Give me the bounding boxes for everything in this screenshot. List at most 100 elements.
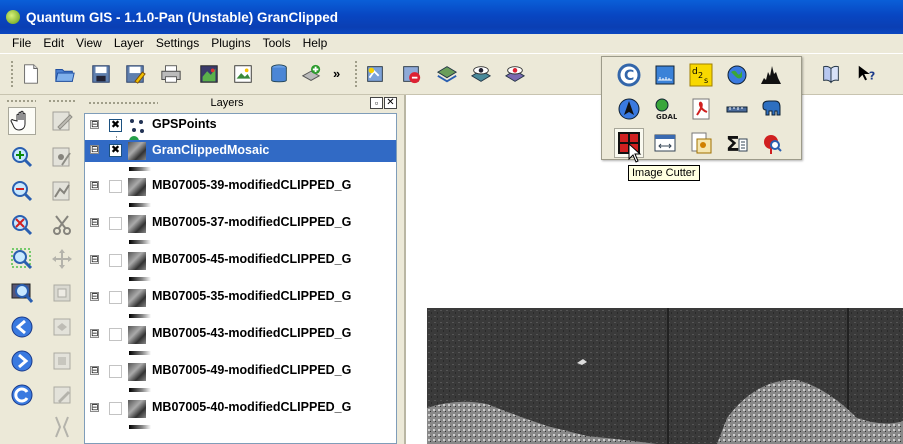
add-island-icon[interactable] — [48, 313, 76, 341]
new-vector-layer-icon[interactable] — [362, 61, 388, 87]
zoom-last-icon[interactable] — [8, 313, 36, 341]
toolbar-grip[interactable] — [354, 60, 358, 88]
layer-row[interactable]: ⊟ MB07005-40-modifiedCLIPPED_G — [85, 398, 396, 420]
qgis-logo-icon — [6, 10, 20, 24]
collapse-toggle[interactable]: ⊟ — [90, 218, 99, 227]
layer-name: GranClippedMosaic — [149, 142, 273, 158]
layer-row[interactable]: ⊟ MB07005-49-modifiedCLIPPED_G — [85, 361, 396, 383]
split-features-icon[interactable] — [48, 413, 76, 441]
save-project-icon[interactable] — [88, 61, 114, 87]
collapse-toggle[interactable]: ⊟ — [90, 292, 99, 301]
menu-edit[interactable]: Edit — [37, 36, 70, 50]
new-project-icon[interactable] — [18, 61, 44, 87]
layer-row[interactable]: ⊟ MB07005-35-modifiedCLIPPED_G — [85, 287, 396, 309]
refresh-icon[interactable] — [8, 381, 36, 409]
hide-all-layers-icon[interactable] — [502, 61, 528, 87]
layer-row[interactable]: ⊟ ✖ GPSPoints — [85, 115, 396, 137]
menu-file[interactable]: File — [6, 36, 37, 50]
menu-plugins[interactable]: Plugins — [205, 36, 256, 50]
layer-overview-icon[interactable] — [434, 61, 460, 87]
layer-visibility-checkbox[interactable]: ✖ — [109, 144, 122, 157]
layer-name: MB07005-35-modifiedCLIPPED_G — [152, 289, 352, 303]
layer-row[interactable]: ⊟ MB07005-43-modifiedCLIPPED_G — [85, 324, 396, 346]
menu-layer[interactable]: Layer — [108, 36, 150, 50]
toolbar-overflow-chevron[interactable]: » — [333, 66, 340, 81]
collapse-toggle[interactable]: ⊟ — [90, 366, 99, 375]
layer-visibility-checkbox[interactable] — [109, 328, 122, 341]
delete-ring-icon[interactable] — [48, 347, 76, 375]
layer-row[interactable]: ⊟ ✖ GranClippedMosaic — [85, 140, 396, 162]
layer-row[interactable]: ⊟ MB07005-37-modifiedCLIPPED_G — [85, 213, 396, 235]
map-print-icon[interactable] — [196, 61, 222, 87]
add-layer-icon[interactable] — [298, 61, 324, 87]
north-arrow-icon[interactable] — [614, 94, 644, 124]
save-as-icon[interactable] — [122, 61, 148, 87]
remove-layer-icon[interactable] — [398, 61, 424, 87]
collapse-toggle[interactable]: ⊟ — [90, 403, 99, 412]
capture-point-icon[interactable] — [48, 143, 76, 171]
help-book-icon[interactable] — [818, 61, 844, 87]
map-image-icon[interactable] — [230, 61, 256, 87]
pan-tool-icon[interactable] — [8, 107, 36, 135]
scale-bar-icon[interactable] — [650, 60, 680, 90]
capture-line-icon[interactable] — [48, 177, 76, 205]
toolbar-grip[interactable] — [10, 60, 14, 88]
toolbar-grip[interactable] — [6, 99, 36, 103]
zoom-to-selection-icon[interactable] — [8, 245, 36, 273]
open-project-icon[interactable] — [52, 61, 78, 87]
move-feature-icon[interactable] — [48, 245, 76, 273]
layer-name: MB07005-40-modifiedCLIPPED_G — [152, 400, 352, 414]
elephant-icon[interactable] — [756, 94, 786, 124]
layer-visibility-checkbox[interactable] — [109, 402, 122, 415]
zoom-full-icon[interactable] — [8, 211, 36, 239]
layer-visibility-checkbox[interactable] — [109, 365, 122, 378]
collapse-toggle[interactable]: ⊟ — [90, 329, 99, 338]
collapse-toggle[interactable]: ⊟ — [90, 120, 99, 129]
menu-tools[interactable]: Tools — [257, 36, 297, 50]
gdal-icon[interactable]: GDAL — [650, 94, 680, 124]
menu-help[interactable]: Help — [297, 36, 334, 50]
zoom-to-layer-icon[interactable] — [8, 279, 36, 307]
edit-attributes-icon[interactable] — [48, 381, 76, 409]
pdf-icon[interactable] — [686, 94, 716, 124]
database-icon[interactable] — [266, 61, 292, 87]
zoom-next-icon[interactable] — [8, 347, 36, 375]
toolbar-grip[interactable] — [48, 99, 76, 103]
raster-thumbnail-icon — [128, 142, 146, 160]
layer-tree[interactable]: ⊟ ✖ GPSPoints ⊟ ✖ GranClippedMosaic ⊟ MB… — [84, 113, 397, 444]
collapse-toggle[interactable]: ⊟ — [90, 145, 99, 154]
cut-features-icon[interactable] — [48, 211, 76, 239]
collapse-toggle[interactable]: ⊟ — [90, 181, 99, 190]
layer-name: MB07005-39-modifiedCLIPPED_G — [152, 178, 352, 192]
measure-icon[interactable] — [722, 94, 752, 124]
close-panel-button[interactable]: ✕ — [384, 97, 397, 109]
zoom-in-icon[interactable] — [8, 143, 36, 171]
geocode-icon[interactable] — [756, 128, 786, 158]
whats-this-icon[interactable]: ? — [854, 61, 880, 87]
svg-text:C: C — [624, 68, 634, 84]
rect-select-icon[interactable] — [650, 128, 680, 158]
histogram-icon[interactable] — [756, 60, 786, 90]
globe-icon[interactable] — [722, 60, 752, 90]
layer-visibility-checkbox[interactable] — [109, 291, 122, 304]
print-icon[interactable] — [158, 61, 184, 87]
raster-info-icon[interactable] — [686, 128, 716, 158]
digitizing-toolbar — [42, 95, 82, 444]
layer-visibility-checkbox[interactable]: ✖ — [109, 119, 122, 132]
menu-settings[interactable]: Settings — [150, 36, 205, 50]
layer-visibility-checkbox[interactable] — [109, 217, 122, 230]
d2s-icon[interactable]: d2s — [686, 60, 716, 90]
float-panel-button[interactable]: ▫ — [370, 97, 383, 109]
layer-visibility-checkbox[interactable] — [109, 254, 122, 267]
layer-row[interactable]: ⊟ MB07005-39-modifiedCLIPPED_G — [85, 176, 396, 198]
collapse-toggle[interactable]: ⊟ — [90, 255, 99, 264]
copyright-icon[interactable]: C — [614, 60, 644, 90]
toggle-editing-icon[interactable] — [48, 107, 76, 135]
layer-row[interactable]: ⊟ MB07005-45-modifiedCLIPPED_G — [85, 250, 396, 272]
sum-icon[interactable]: Σ — [722, 128, 752, 158]
show-all-layers-icon[interactable] — [468, 61, 494, 87]
zoom-out-icon[interactable] — [8, 177, 36, 205]
menu-view[interactable]: View — [70, 36, 108, 50]
layer-visibility-checkbox[interactable] — [109, 180, 122, 193]
add-ring-icon[interactable] — [48, 279, 76, 307]
